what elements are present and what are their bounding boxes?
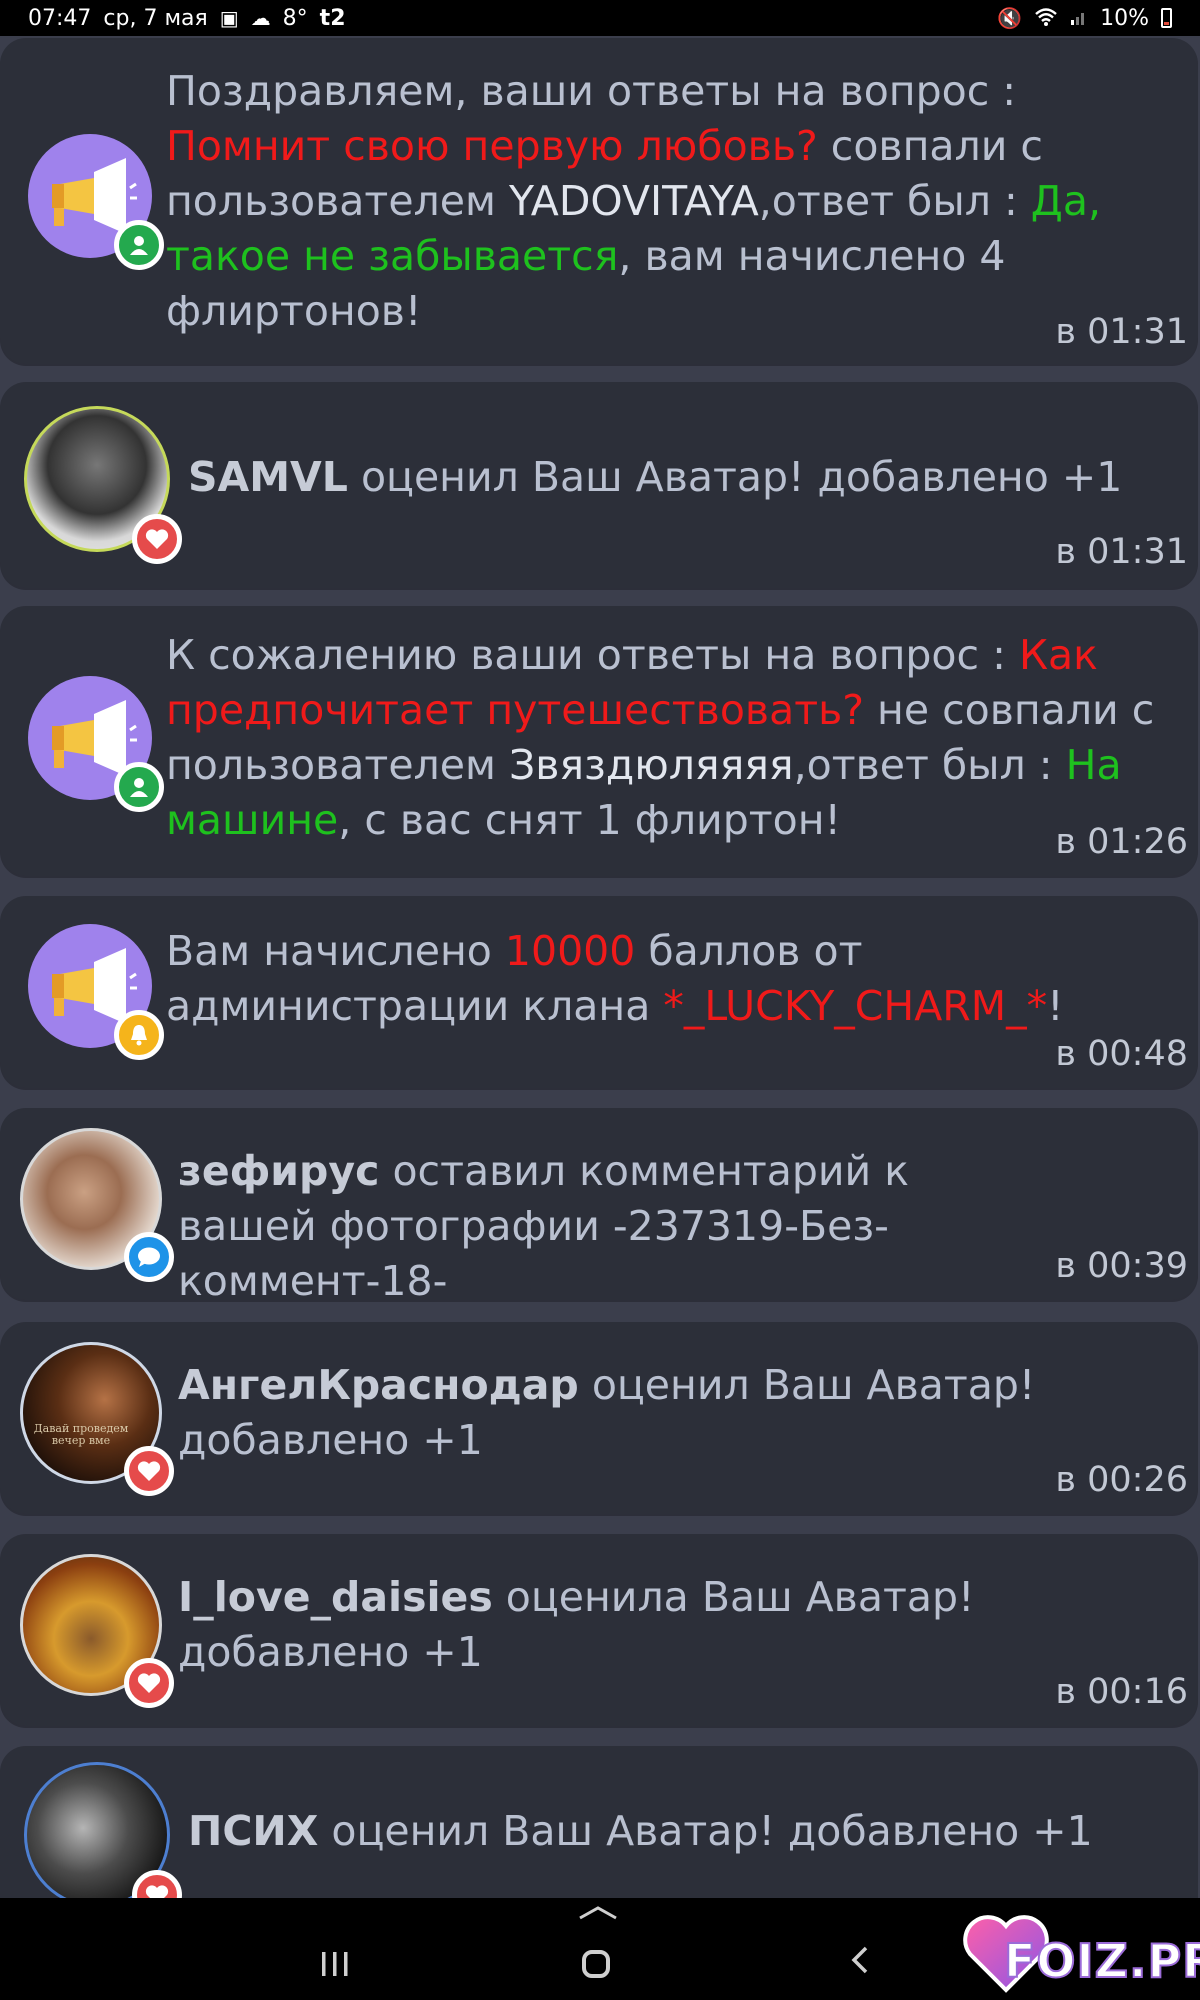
- notification-text: I_love_daisies оценила Ваш Аватар! добав…: [178, 1573, 975, 1676]
- carrier-label: t2: [319, 5, 346, 31]
- battery-icon: [1161, 8, 1172, 28]
- bell-badge-icon: [114, 1010, 164, 1060]
- clock: 07:47: [28, 5, 92, 31]
- notification-card[interactable]: I_love_daisies оценила Ваш Аватар! добав…: [0, 1534, 1198, 1726]
- avatar: [28, 134, 164, 270]
- wifi-icon: [1034, 7, 1058, 30]
- notification-card[interactable]: Давай проведем вечер вме АнгелКраснодар …: [0, 1322, 1198, 1514]
- user-badge-icon: [114, 762, 164, 812]
- recent-apps-icon[interactable]: [320, 1950, 350, 1982]
- comment-badge-icon: [124, 1232, 174, 1282]
- avatar[interactable]: [24, 1762, 182, 1920]
- date: ср, 7 мая: [103, 5, 208, 31]
- timestamp: в 00:39: [1055, 1246, 1188, 1286]
- avatar: [28, 924, 164, 1060]
- notification-text: SAMVL оценил Ваш Аватар! добавлено +1: [188, 453, 1123, 501]
- timestamp: в 00:16: [1055, 1672, 1188, 1712]
- notification-text: зефирус оставил комментарий к вашей фото…: [178, 1147, 909, 1305]
- heart-badge-icon: [132, 514, 182, 564]
- username-link[interactable]: ПСИХ: [188, 1807, 318, 1855]
- notification-text: АнгелКраснодар оценил Ваш Аватар! добавл…: [178, 1361, 1036, 1464]
- cloud-icon: ☁: [250, 6, 271, 30]
- status-bar: 07:47 ср, 7 мая ▣ ☁ 8° t2 🔇 10%: [0, 0, 1200, 36]
- user-badge-icon: [114, 220, 164, 270]
- notification-text: К сожалению ваши ответы на вопрос : Как …: [166, 631, 1155, 844]
- notification-card[interactable]: зефирус оставил комментарий к вашей фото…: [0, 1108, 1198, 1305]
- avatar[interactable]: Давай проведем вечер вме: [20, 1342, 174, 1496]
- username-link[interactable]: АнгелКраснодар: [178, 1361, 579, 1409]
- notification-card[interactable]: Вам начислено 10000 баллов от администра…: [0, 896, 1198, 1088]
- home-icon[interactable]: [582, 1950, 610, 1978]
- notification-card[interactable]: К сожалению ваши ответы на вопрос : Как …: [0, 606, 1198, 876]
- timestamp: в 01:31: [1055, 312, 1188, 352]
- avatar[interactable]: [24, 406, 182, 564]
- heart-badge-icon: [124, 1658, 174, 1708]
- username-link[interactable]: I_love_daisies: [178, 1573, 493, 1621]
- timestamp: в 00:48: [1055, 1034, 1188, 1074]
- watermark: FOIZ.PRO: [962, 1912, 1200, 1994]
- username-link[interactable]: зефирус: [178, 1147, 379, 1195]
- notification-card[interactable]: SAMVL оценил Ваш Аватар! добавлено +1 в …: [0, 382, 1198, 588]
- timestamp: в 01:31: [1055, 532, 1188, 572]
- system-navigation-bar: FOIZ.PRO: [0, 1898, 1200, 2000]
- notification-text: Поздравляем, ваши ответы на вопрос : Пом…: [166, 67, 1101, 335]
- timestamp: в 01:26: [1055, 822, 1188, 862]
- watermark-text: FOIZ.PRO: [1003, 1933, 1200, 1989]
- mute-icon: 🔇: [997, 6, 1023, 30]
- notification-text: ПСИХ оценил Ваш Аватар! добавлено +1: [188, 1807, 1093, 1855]
- avatar-caption: Давай проведем вечер вме: [33, 1422, 129, 1447]
- notification-text: Вам начислено 10000 баллов от администра…: [166, 927, 1064, 1030]
- back-icon[interactable]: [848, 1942, 872, 1982]
- avatar[interactable]: [20, 1128, 174, 1282]
- battery-percent: 10%: [1100, 5, 1149, 31]
- signal-icon: [1070, 8, 1088, 29]
- screenshot-icon: ▣: [219, 6, 239, 30]
- notification-card[interactable]: Поздравляем, ваши ответы на вопрос : Пом…: [0, 38, 1198, 364]
- timestamp: в 00:26: [1055, 1460, 1188, 1500]
- username-link[interactable]: SAMVL: [188, 453, 348, 501]
- chevron-up-icon[interactable]: [578, 1902, 618, 1926]
- avatar[interactable]: [20, 1554, 174, 1708]
- heart-badge-icon: [124, 1446, 174, 1496]
- avatar: [28, 676, 164, 812]
- temperature: 8°: [282, 5, 308, 31]
